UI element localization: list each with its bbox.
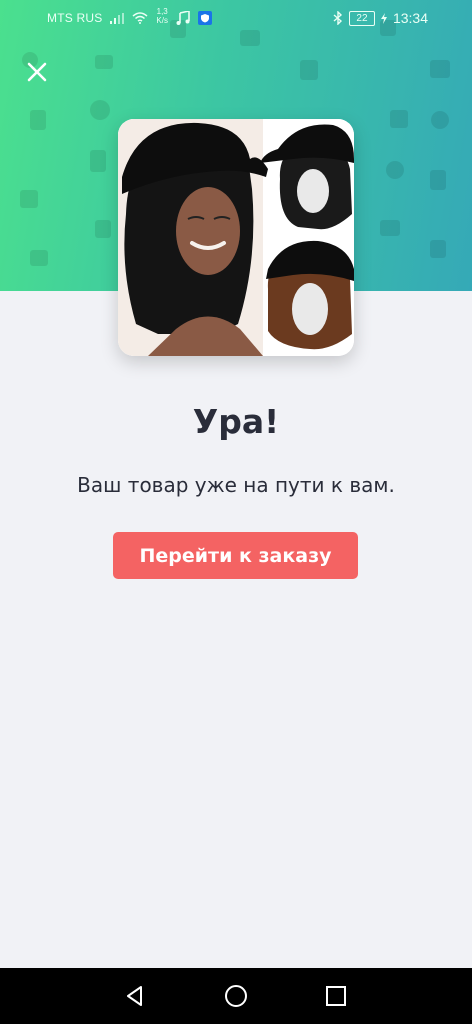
battery-level: 22 [348,10,375,26]
nav-recents-button[interactable] [322,982,350,1010]
nav-back-button[interactable] [121,982,149,1010]
network-speed-unit: K/s [156,16,168,25]
back-icon [127,986,142,1006]
network-speed-value: 1,3 [156,7,168,16]
system-nav-bar [0,968,472,1024]
close-button[interactable] [22,57,52,87]
close-icon [27,62,47,82]
clock: 13:34 [392,10,428,26]
product-photo [118,119,354,356]
status-bar: MTS RUS 1,3 K/s 22 13:34 [0,0,472,36]
status-bar-right: 22 13:34 [333,10,428,26]
home-icon [225,985,247,1007]
wifi-icon [132,12,148,24]
status-bar-left: MTS RUS 1,3 K/s [47,7,212,25]
success-title: Ура! [192,402,280,441]
signal-icon [110,12,125,24]
charging-icon [380,12,387,24]
recents-icon [326,986,346,1006]
product-image [118,119,354,356]
success-message: Ваш товар уже на пути к вам. [77,473,395,497]
nav-home-button[interactable] [222,982,250,1010]
network-speed: 1,3 K/s [156,7,168,25]
order-success-screen: MTS RUS 1,3 K/s 22 13:34 Ура! Ваш товар … [0,0,472,1024]
go-to-order-button[interactable]: Перейти к заказу [113,532,358,579]
bluetooth-icon [333,11,342,25]
carrier-name: MTS RUS [47,11,103,25]
shield-app-icon [197,11,212,25]
music-icon [176,11,190,25]
